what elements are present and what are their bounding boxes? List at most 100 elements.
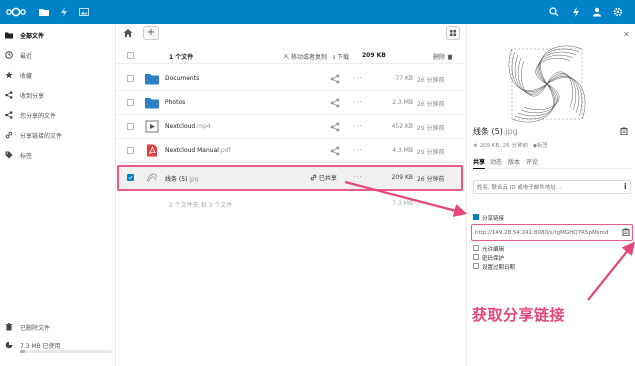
sidebar-item-label: 收藏: [20, 73, 33, 80]
allow-edit-checkbox[interactable]: [473, 245, 479, 251]
sidebar-item-shared-with-you[interactable]: 收到分享: [0, 86, 116, 106]
move-copy-label: 移动或者复制: [290, 54, 327, 61]
share-link-checkbox[interactable]: [473, 214, 479, 220]
pie-chart-icon: [5, 341, 13, 349]
sidebar-item-favorites[interactable]: 收藏: [0, 66, 116, 86]
move-copy-icon: ⇱: [284, 54, 290, 61]
tab-versions[interactable]: 版本: [508, 157, 520, 166]
trash-icon: [5, 323, 13, 331]
share-icon[interactable]: [330, 98, 340, 108]
tab-comments[interactable]: 评论: [526, 157, 538, 166]
download-label: 下载: [337, 54, 350, 61]
gallery-icon[interactable]: [78, 6, 90, 18]
row-checkbox[interactable]: [127, 99, 134, 106]
notifications-icon[interactable]: [570, 6, 582, 18]
more-actions-icon[interactable]: ···: [353, 98, 363, 106]
search-icon[interactable]: [548, 6, 560, 18]
file-size: 2.3 MB: [392, 99, 413, 106]
file-preview-image: [508, 45, 586, 123]
download-icon: ⭳: [333, 54, 336, 61]
link-icon: [5, 131, 13, 139]
expiry-date-label: 设置过期日期: [482, 265, 516, 271]
folder-icon: [5, 32, 13, 39]
clock-icon: [5, 51, 13, 59]
video-file-icon: [145, 120, 159, 133]
share-link-url[interactable]: [475, 228, 615, 237]
favorite-star-icon[interactable]: ★: [473, 143, 478, 149]
quota-bar-fill: [20, 350, 25, 353]
files-icon[interactable]: [38, 6, 50, 18]
folder-icon: [145, 74, 159, 85]
tags-label[interactable]: 标签: [537, 143, 548, 149]
info-icon[interactable]: i: [624, 182, 627, 191]
delete-action[interactable]: 删除: [433, 52, 453, 61]
password-protect-label: 密码保护: [482, 256, 505, 262]
share-with-field[interactable]: i: [473, 180, 631, 194]
close-icon[interactable]: ✕: [623, 30, 630, 39]
select-all-checkbox[interactable]: [127, 52, 134, 59]
file-basename: Nextcloud Manual: [165, 147, 219, 154]
home-icon[interactable]: [123, 28, 133, 38]
row-checkbox[interactable]: [127, 75, 134, 82]
file-size: 452 KB: [391, 123, 413, 130]
sidebar-item-label: 全部文件: [20, 33, 45, 40]
new-file-button[interactable]: +: [143, 26, 159, 40]
row-checkbox[interactable]: [127, 147, 134, 154]
copy-clipboard-icon[interactable]: [622, 228, 630, 236]
table-row[interactable]: Documents ··· 77 KB 26 分钟前: [117, 67, 465, 91]
file-modified: 26 分钟前: [417, 77, 445, 84]
file-name[interactable]: Nextcloud Manual.pdf: [165, 147, 231, 154]
allow-edit-label: 允许编辑: [482, 247, 505, 253]
summary-size: 7.3 MB: [392, 200, 413, 207]
table-row[interactable]: Photos ··· 2.3 MB 26 分钟前: [117, 91, 465, 115]
sidebar-item-label: 标签: [20, 153, 33, 160]
more-actions-icon[interactable]: ···: [353, 122, 363, 130]
grid-icon: [450, 30, 456, 36]
sidebar-item-shared-by-link[interactable]: 分享链接的文件: [0, 126, 116, 146]
sidebar-item-shared-with-others[interactable]: 您分享的文件: [0, 106, 116, 126]
sidebar-item-tags[interactable]: 标签: [0, 146, 116, 166]
share-with-input[interactable]: [477, 183, 615, 192]
more-actions-icon[interactable]: ···: [353, 74, 363, 82]
files-toolbar: +: [117, 24, 465, 44]
grid-view-button[interactable]: [446, 26, 460, 40]
download-action[interactable]: ⭳ 下载: [333, 52, 349, 63]
panel-file-basename: 线条 (5): [473, 127, 503, 136]
share-icon[interactable]: [330, 146, 340, 156]
tab-activity[interactable]: 动态: [490, 157, 502, 166]
panel-file-title: 线条 (5).jpg: [473, 126, 518, 137]
more-actions-icon[interactable]: ···: [353, 146, 363, 154]
total-size: 209 KB: [362, 52, 386, 59]
share-link-field[interactable]: [471, 224, 633, 241]
sidebar-item-recent[interactable]: 最近: [0, 46, 116, 66]
file-modified: 26 分钟前: [417, 101, 445, 108]
tab-sharing[interactable]: 共享: [473, 157, 486, 169]
sidebar-item-label: 收到分享: [20, 93, 45, 100]
quota-info[interactable]: 7.3 MB 已使用: [0, 336, 116, 356]
move-copy-action[interactable]: ⇱ 移动或者复制: [284, 52, 327, 61]
share-icon[interactable]: [330, 122, 340, 132]
file-name[interactable]: Photos: [165, 99, 185, 106]
row-checkbox[interactable]: [127, 123, 134, 130]
table-row[interactable]: Nextcloud Manual.pdf ··· 4.3 MB 29 分钟前: [117, 139, 465, 163]
selected-count: 1 个文件: [169, 54, 194, 61]
file-name[interactable]: Nextcloud.mp4: [165, 123, 211, 130]
share-icon[interactable]: [330, 74, 340, 84]
password-protect-checkbox[interactable]: [473, 254, 479, 260]
clipboard-icon[interactable]: [620, 127, 628, 135]
sidebar-item-deleted-files[interactable]: 已删除文件: [0, 318, 116, 338]
sidebar-item-label: 已删除文件: [20, 325, 51, 332]
file-name[interactable]: Documents: [165, 75, 199, 82]
table-row[interactable]: Nextcloud.mp4 ··· 452 KB 29 分钟前: [117, 115, 465, 139]
folder-icon: [145, 98, 159, 109]
sidebar-item-label: 您分享的文件: [20, 113, 57, 120]
file-basename: Photos: [165, 99, 186, 106]
nextcloud-logo[interactable]: [5, 6, 27, 18]
sidebar-item-all-files[interactable]: 全部文件: [0, 26, 116, 46]
expiry-date-checkbox[interactable]: [473, 263, 479, 269]
contacts-icon[interactable]: [591, 6, 603, 18]
settings-icon[interactable]: [612, 6, 624, 18]
quota-bar: [20, 350, 112, 353]
activity-icon[interactable]: [58, 6, 70, 18]
pdf-file-icon: [147, 144, 157, 157]
